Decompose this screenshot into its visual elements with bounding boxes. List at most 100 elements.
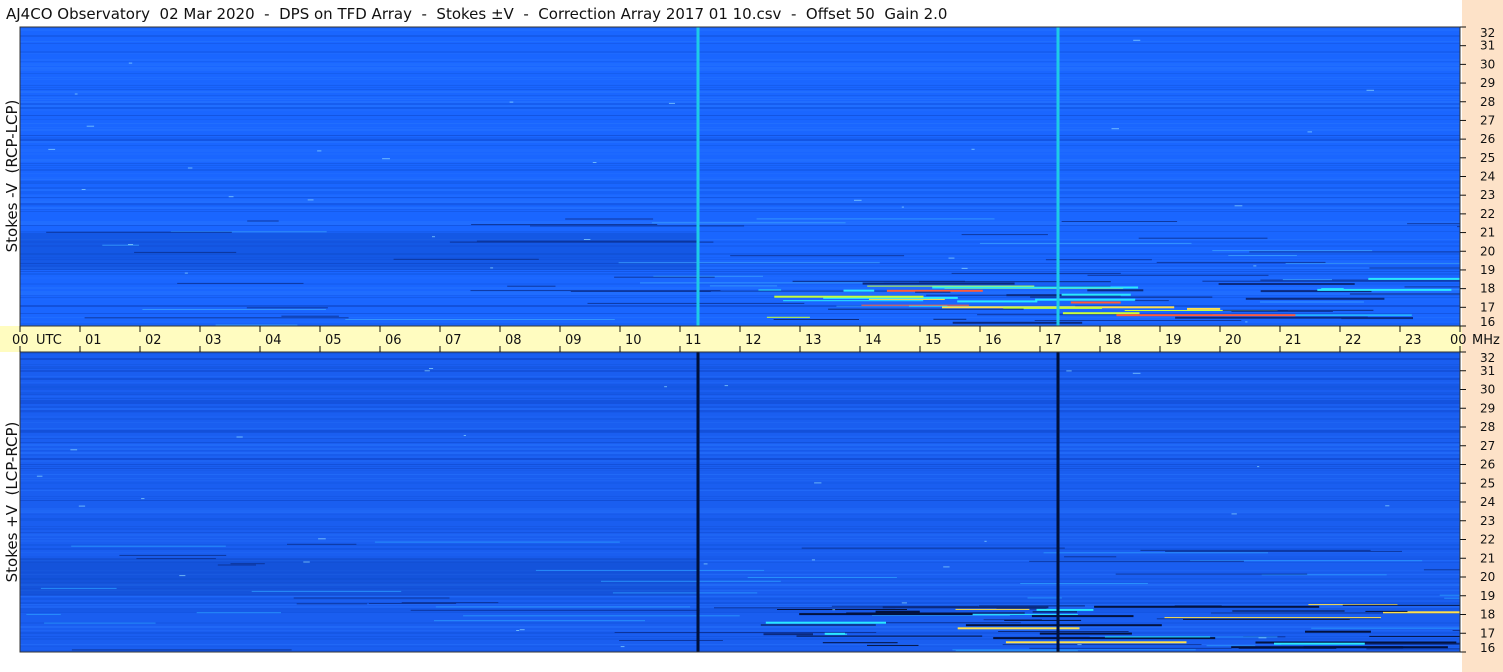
frequency-band-texture <box>20 195 1460 197</box>
frequency-band-texture <box>20 159 1460 161</box>
noise-speckle <box>463 435 466 436</box>
frequency-band-texture <box>20 207 1460 209</box>
interference-streak <box>1282 279 1332 281</box>
emission-streak <box>846 612 1025 614</box>
frequency-band-texture <box>20 460 1460 462</box>
top-spectrogram-panel <box>20 27 1460 326</box>
frequency-band-texture <box>20 135 1460 136</box>
frequency-band-texture <box>20 199 1460 201</box>
interference-streak <box>1311 627 1460 629</box>
frequency-band-texture <box>20 382 1460 383</box>
noise-speckle <box>509 101 514 103</box>
emission-streak <box>1062 312 1140 315</box>
interference-streak <box>281 315 339 317</box>
emission-streak <box>1175 316 1368 319</box>
emission-streak <box>796 635 983 637</box>
noise-speckle <box>583 239 591 240</box>
interference-streak <box>1285 262 1460 264</box>
frequency-band-texture <box>20 277 1460 279</box>
frequency-band-texture <box>20 119 1460 120</box>
frequency-band-texture <box>20 187 1460 189</box>
emission-streak <box>861 304 969 306</box>
frequency-band-texture <box>20 596 1460 597</box>
darker-band-region <box>20 232 698 270</box>
noise-speckle <box>1307 131 1313 133</box>
noise-speckle <box>811 559 816 561</box>
interference-streak <box>1369 267 1460 269</box>
noise-speckle <box>1231 513 1237 515</box>
interference-streak <box>1457 226 1460 228</box>
frequency-band-texture <box>20 464 1460 465</box>
frequency-band-texture <box>20 496 1460 497</box>
noise-speckle <box>1385 505 1390 507</box>
frequency-band-texture <box>20 448 1460 450</box>
emission-streak <box>957 300 1038 303</box>
darker-band-region <box>20 558 698 596</box>
interference-streak <box>507 285 556 287</box>
frequency-band-texture <box>20 630 1460 631</box>
top-panel-ylabel: Stokes -V (RCP-LCP) <box>3 99 21 253</box>
interference-streak <box>747 577 897 578</box>
frequency-band-texture <box>20 458 1460 460</box>
interference-streak <box>215 324 298 326</box>
frequency-band-texture <box>20 201 1460 203</box>
frequency-band-texture <box>20 321 1460 323</box>
emission-streak <box>1342 604 1460 606</box>
frequency-band-texture <box>20 97 1460 98</box>
interference-streak <box>230 563 265 565</box>
frequency-band-texture <box>20 370 1460 372</box>
emission-streak <box>1232 610 1345 612</box>
frequency-band-texture <box>20 51 1460 53</box>
interference-streak <box>651 222 846 224</box>
frequency-axis-strip <box>1462 0 1503 672</box>
emission-streak <box>886 289 983 292</box>
emission-streak <box>955 608 1030 610</box>
frequency-band-texture <box>20 297 1460 298</box>
bottom-spectrogram-panel <box>20 352 1460 652</box>
frequency-band-texture <box>20 394 1460 395</box>
interference-streak <box>1228 255 1297 256</box>
frequency-band-texture <box>20 69 1460 71</box>
emission-streak <box>965 624 1162 627</box>
interference-streak <box>1202 280 1460 282</box>
interference-streak <box>471 224 658 225</box>
interference-streak <box>612 592 758 594</box>
noise-speckle <box>490 267 494 269</box>
chart-title: AJ4CO Observatory 02 Mar 2020 - DPS on T… <box>6 5 948 23</box>
noise-speckle <box>424 370 430 372</box>
bottom-panel-ylabel: Stokes +V (LCP-RCP) <box>3 421 21 583</box>
noise-speckle <box>184 272 188 274</box>
frequency-band-texture <box>20 532 1460 533</box>
frequency-band-texture <box>20 410 1460 412</box>
interference-streak <box>1165 550 1402 552</box>
frequency-band-texture <box>20 77 1460 78</box>
frequency-band-texture <box>20 149 1460 151</box>
frequency-band-texture <box>20 67 1460 69</box>
frequency-band-texture <box>20 273 1460 275</box>
noise-speckle <box>832 609 836 611</box>
emission-streak <box>1183 618 1350 620</box>
emission-streak <box>908 305 948 307</box>
interference-streak <box>345 319 615 320</box>
frequency-band-texture <box>20 444 1460 446</box>
emission-streak <box>824 632 845 635</box>
frequency-band-texture <box>20 65 1460 66</box>
frequency-band-texture <box>20 129 1460 131</box>
frequency-band-texture <box>20 622 1460 624</box>
noise-speckle <box>1132 372 1141 374</box>
noise-speckle <box>432 236 435 238</box>
frequency-band-texture <box>20 271 1460 272</box>
frequency-band-texture <box>20 518 1460 520</box>
interference-streak <box>587 302 805 304</box>
frequency-band-texture <box>20 526 1460 527</box>
frequency-band-texture <box>20 468 1460 469</box>
noise-speckle <box>1257 466 1260 468</box>
emission-streak <box>774 295 924 298</box>
frequency-band-texture <box>20 366 1460 368</box>
interference-streak <box>1260 301 1364 303</box>
noise-speckle <box>318 538 326 540</box>
frequency-band-texture <box>20 87 1460 88</box>
interference-streak <box>1249 251 1460 253</box>
interference-streak <box>614 276 715 278</box>
frequency-band-texture <box>20 388 1460 390</box>
